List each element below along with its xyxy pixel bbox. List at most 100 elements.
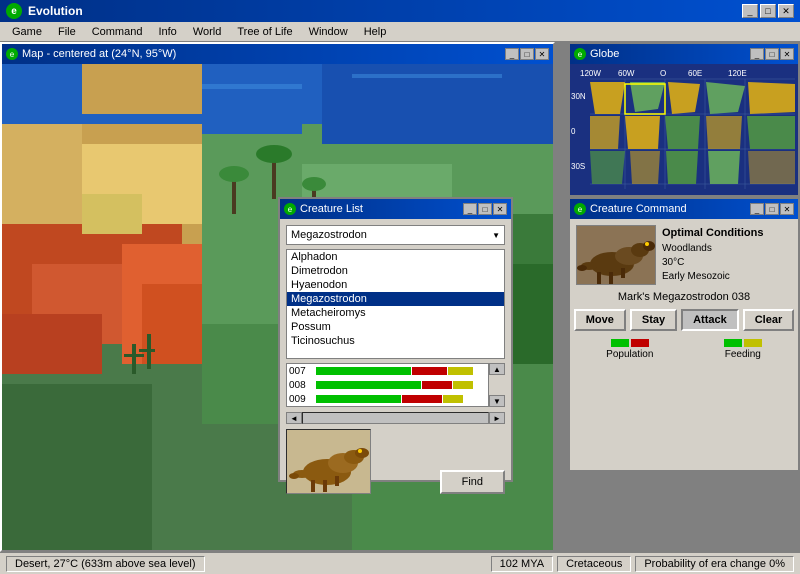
- creature-cmd-restore[interactable]: □: [765, 203, 779, 215]
- list-item-megazostrodon[interactable]: Megazostrodon: [287, 292, 504, 306]
- creature-list-minimize[interactable]: _: [463, 203, 477, 215]
- population-stat: Population: [606, 339, 653, 360]
- svg-text:30S: 30S: [571, 162, 585, 171]
- list-item-hyaenodon[interactable]: Hyaenodon: [287, 278, 504, 292]
- svg-text:120E: 120E: [728, 69, 747, 78]
- menu-bar: Game File Command Info World Tree of Lif…: [0, 22, 800, 42]
- creature-cmd-icon: e: [574, 203, 586, 215]
- optimal-biome: Woodlands: [662, 242, 763, 256]
- close-button[interactable]: ✕: [778, 4, 794, 18]
- bar-rows-container: 007 008: [286, 363, 505, 407]
- bar-008-red: [422, 381, 452, 389]
- list-item-dimetrodon[interactable]: Dimetrodon: [287, 264, 504, 278]
- globe-canvas[interactable]: 120W 60W O 60E 120E 30N 0 30S: [570, 64, 798, 195]
- scroll-up-button[interactable]: ▲: [489, 363, 505, 375]
- list-item-possum[interactable]: Possum: [287, 320, 504, 334]
- creature-bottom: Find: [286, 429, 505, 494]
- menu-info[interactable]: Info: [150, 24, 184, 40]
- creature-cmd-close[interactable]: ✕: [780, 203, 794, 215]
- creature-list-body: Megazostrodon ▼ Alphadon Dimetrodon Hyae…: [280, 219, 511, 500]
- creature-list-title: Creature List: [300, 203, 363, 215]
- command-buttons: Move Stay Attack Clear: [576, 309, 792, 331]
- optimal-era: Early Mesozoic: [662, 270, 763, 284]
- species-list[interactable]: Alphadon Dimetrodon Hyaenodon Megazostro…: [286, 249, 505, 359]
- map-close[interactable]: ✕: [535, 48, 549, 60]
- optimal-title: Optimal Conditions: [662, 226, 763, 241]
- pop-bar-red: [631, 339, 649, 347]
- find-button[interactable]: Find: [440, 470, 505, 494]
- scroll-right-button[interactable]: ►: [489, 412, 505, 424]
- scroll-down-button[interactable]: ▼: [489, 395, 505, 407]
- bars-009: [316, 395, 486, 403]
- menu-game[interactable]: Game: [4, 24, 50, 40]
- bar-row-008: 008: [287, 378, 488, 392]
- dropdown-value: Megazostrodon: [291, 229, 367, 241]
- feed-bar-green: [724, 339, 742, 347]
- list-item-metacheiromys[interactable]: Metacheiromys: [287, 306, 504, 320]
- dropdown-arrow-icon: ▼: [492, 231, 500, 240]
- creature-cmd-minimize[interactable]: _: [750, 203, 764, 215]
- population-bar: [611, 339, 649, 347]
- stats-row: Population Feeding: [576, 335, 792, 364]
- list-item-alphadon[interactable]: Alphadon: [287, 250, 504, 264]
- bar-009-green: [316, 395, 401, 403]
- menu-command[interactable]: Command: [84, 24, 151, 40]
- bar-007-yellow: [448, 367, 473, 375]
- svg-text:60E: 60E: [688, 69, 702, 78]
- menu-file[interactable]: File: [50, 24, 84, 40]
- globe-window: e Globe _ □ ✕ 120W 60W O 60E 120E 30N: [568, 42, 800, 197]
- globe-title: Globe: [590, 48, 619, 60]
- menu-tree-of-life[interactable]: Tree of Life: [229, 24, 300, 40]
- bar-row-009: 009: [287, 392, 488, 406]
- svg-text:120W: 120W: [580, 69, 601, 78]
- minimize-button[interactable]: _: [742, 4, 758, 18]
- creature-cmd-body: Optimal Conditions Woodlands 30°C Early …: [570, 219, 798, 470]
- app-icon: e: [6, 3, 22, 19]
- restore-button[interactable]: □: [760, 4, 776, 18]
- species-dropdown[interactable]: Megazostrodon ▼: [286, 225, 505, 245]
- bar-008-yellow: [453, 381, 473, 389]
- creature-list-restore[interactable]: □: [478, 203, 492, 215]
- scroll-buttons: ▲ ▼: [489, 363, 505, 407]
- probability-info: Probability of era change 0%: [635, 556, 794, 572]
- attack-button[interactable]: Attack: [681, 309, 739, 331]
- feed-bar-yellow: [744, 339, 762, 347]
- creature-preview: Optimal Conditions Woodlands 30°C Early …: [576, 225, 792, 285]
- h-scrollbar: ◄ ►: [286, 411, 505, 425]
- scrollbar-track[interactable]: [302, 412, 489, 424]
- title-bar: e Evolution _ □ ✕: [0, 0, 800, 22]
- population-label: Population: [606, 349, 653, 360]
- scroll-left-button[interactable]: ◄: [286, 412, 302, 424]
- mya-info: 102 MYA: [491, 556, 553, 572]
- map-minimize[interactable]: _: [505, 48, 519, 60]
- map-icon: e: [6, 48, 18, 60]
- menu-help[interactable]: Help: [356, 24, 395, 40]
- svg-text:30N: 30N: [571, 92, 586, 101]
- globe-close[interactable]: ✕: [780, 48, 794, 60]
- feeding-label: Feeding: [725, 349, 761, 360]
- creature-list-title-bar: e Creature List _ □ ✕: [280, 199, 511, 219]
- bar-009-red: [402, 395, 442, 403]
- status-bar: Desert, 27°C (633m above sea level) 102 …: [0, 552, 800, 574]
- map-restore[interactable]: □: [520, 48, 534, 60]
- menu-window[interactable]: Window: [301, 24, 356, 40]
- globe-minimize[interactable]: _: [750, 48, 764, 60]
- creature-list-close[interactable]: ✕: [493, 203, 507, 215]
- creature-image: [576, 225, 656, 285]
- feeding-bar: [724, 339, 762, 347]
- move-button[interactable]: Move: [574, 309, 626, 331]
- svg-text:0: 0: [571, 127, 576, 136]
- creature-list-icon: e: [284, 203, 296, 215]
- menu-world[interactable]: World: [185, 24, 230, 40]
- list-item-ticinosuchus[interactable]: Ticinosuchus: [287, 334, 504, 348]
- globe-svg: 120W 60W O 60E 120E 30N 0 30S: [570, 64, 798, 195]
- svg-text:60W: 60W: [618, 69, 635, 78]
- clear-button[interactable]: Clear: [743, 309, 795, 331]
- feeding-stat: Feeding: [724, 339, 762, 360]
- stay-button[interactable]: Stay: [630, 309, 677, 331]
- creature-name: Mark's Megazostrodon 038: [576, 289, 792, 305]
- bar-label-008: 008: [289, 380, 314, 391]
- globe-restore[interactable]: □: [765, 48, 779, 60]
- creature-list-image: [286, 429, 371, 494]
- bar-009-yellow: [443, 395, 463, 403]
